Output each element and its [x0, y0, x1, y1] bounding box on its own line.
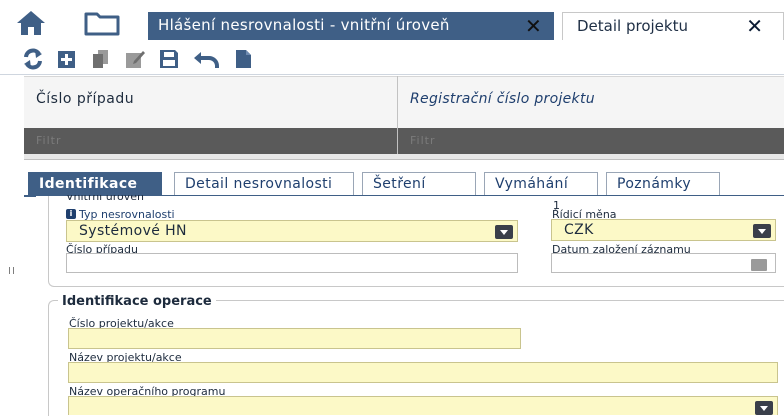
tab-label: Hlášení nesrovnalosti - vnitřní úroveň: [158, 16, 450, 34]
grid-scroll-edge: [24, 154, 784, 160]
tab-label: Detail projektu: [577, 17, 688, 35]
copy-icon[interactable]: [90, 48, 112, 70]
section-title-identifikace-operace: Identifikace operace: [58, 294, 216, 309]
cislo-pripadu-field[interactable]: [66, 253, 518, 273]
cislo-projektu-field[interactable]: [68, 328, 521, 349]
tab-hlaseni-nesrovnalosti[interactable]: Hlášení nesrovnalosti - vnitřní úroveň ✕: [148, 12, 554, 40]
folder-icon[interactable]: [84, 10, 120, 36]
chevron-down-icon[interactable]: [495, 225, 513, 239]
filter-input-registracni-cislo[interactable]: Filtr: [410, 134, 435, 147]
info-icon[interactable]: i: [66, 209, 76, 219]
ridici-mena-select[interactable]: CZK: [551, 219, 776, 241]
chevron-down-icon[interactable]: [755, 401, 773, 415]
calendar-icon[interactable]: [751, 259, 767, 271]
tab-poznamky[interactable]: Poznámky: [606, 172, 720, 196]
filter-input-cislo-pripadu[interactable]: Filtr: [36, 134, 61, 147]
top-tab-bar: Hlášení nesrovnalosti - vnitřní úroveň ✕…: [0, 0, 784, 42]
typ-nesrovnalosti-value: Systémové HN: [79, 223, 187, 239]
tab-setreni[interactable]: Šetření: [362, 172, 476, 196]
tab-vymahani[interactable]: Vymáhání: [484, 172, 598, 196]
document-icon[interactable]: [232, 48, 254, 70]
nazev-op-select[interactable]: [68, 396, 778, 415]
add-icon[interactable]: [56, 48, 78, 70]
column-divider[interactable]: [397, 76, 398, 156]
column-header-cislo-pripadu[interactable]: Číslo případu: [36, 91, 134, 107]
splitter-handle[interactable]: II: [8, 266, 16, 277]
edit-icon[interactable]: [124, 48, 146, 70]
column-header-registracni-cislo[interactable]: Registrační číslo projektu: [410, 91, 595, 107]
close-icon[interactable]: ✕: [746, 14, 763, 38]
ridici-mena-value: CZK: [564, 222, 594, 238]
refresh-icon[interactable]: [22, 48, 44, 70]
close-icon[interactable]: ✕: [525, 14, 542, 38]
save-icon[interactable]: [158, 48, 180, 70]
section-cut-label: Vnitřní úroveň: [66, 195, 144, 202]
tab-detail-nesrovnalosti[interactable]: Detail nesrovnalosti: [174, 172, 354, 196]
tab-detail-projektu[interactable]: Detail projektu ✕: [562, 12, 784, 40]
typ-nesrovnalosti-select[interactable]: Systémové HN: [66, 220, 518, 242]
toolbar: [0, 42, 784, 75]
chevron-down-icon[interactable]: [753, 224, 771, 238]
datum-zalozeni-field[interactable]: [551, 253, 776, 273]
tab-identifikace[interactable]: Identifikace: [28, 172, 162, 196]
undo-icon[interactable]: [192, 48, 220, 70]
home-icon[interactable]: [16, 10, 46, 36]
filter-row: Filtr Filtr: [24, 128, 784, 154]
nazev-projektu-field[interactable]: [68, 362, 778, 383]
grid-header: [24, 76, 784, 130]
